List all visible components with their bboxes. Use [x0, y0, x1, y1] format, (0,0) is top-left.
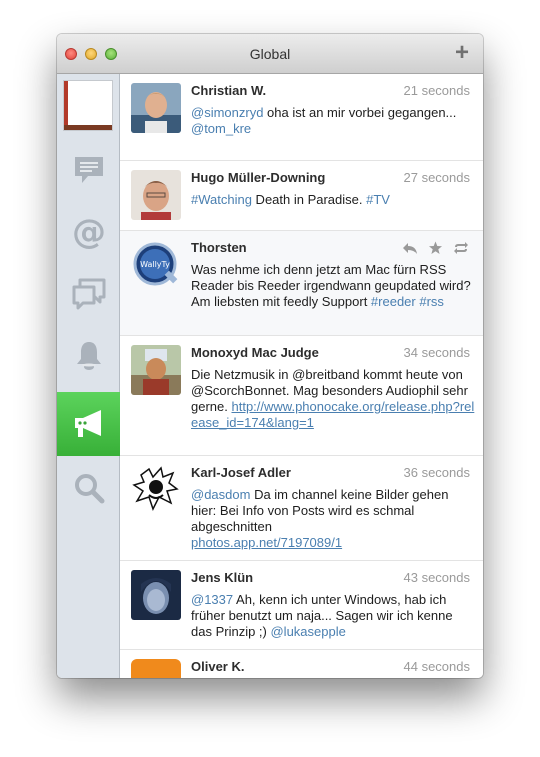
url-link[interactable]: http://www.phonocake.org/release.php?rel…	[191, 399, 474, 430]
hashtag-link[interactable]: #reeder	[371, 294, 416, 309]
mention-link[interactable]: @1337	[191, 592, 233, 607]
post-body: Was nehme ich denn jetzt am Mac fürn RSS…	[191, 262, 471, 293]
post-item[interactable]: Jens Klün 43 seconds @1337 Ah, kenn ich …	[120, 561, 483, 650]
post-body: Death in Paradise.	[251, 192, 367, 207]
post-time: 21 seconds	[403, 83, 471, 98]
post-item[interactable]: Oliver K. 44 seconds	[120, 650, 483, 678]
mention-link[interactable]: @simonzryd	[191, 105, 263, 120]
rss-avatar	[131, 659, 181, 678]
user-avatar[interactable]	[131, 659, 181, 678]
hashtag-link[interactable]: #rss	[419, 294, 444, 309]
post-time: 44 seconds	[403, 659, 471, 674]
post-body: oha ist an mir vorbei gegangen...	[263, 105, 457, 120]
post-text: Die Netzmusik in @breitband kommt heute …	[191, 367, 476, 431]
karl-josef-avatar	[131, 465, 181, 515]
account-avatar[interactable]	[63, 80, 113, 131]
speech-bubble-icon	[74, 157, 103, 183]
post-author[interactable]: Christian W.	[191, 83, 266, 98]
post-text: #Watching Death in Paradise. #TV	[191, 192, 476, 208]
user-avatar[interactable]	[131, 345, 181, 395]
post-time: 36 seconds	[403, 465, 471, 480]
user-avatar[interactable]: WallyTy	[131, 240, 181, 290]
hugo-avatar	[131, 170, 181, 220]
post-item[interactable]: Karl-Josef Adler 36 seconds @dasdom Da i…	[120, 456, 483, 561]
post-author[interactable]: Hugo Müller-Downing	[191, 170, 325, 185]
hashtag-link[interactable]: #TV	[366, 192, 390, 207]
title-bar: Global +	[57, 34, 483, 74]
post-body-line2: Am liebsten mit feedly Support	[191, 294, 371, 309]
quicktime-style-avatar: WallyTy	[131, 240, 181, 290]
new-post-button[interactable]: +	[455, 41, 469, 65]
user-avatar[interactable]	[131, 83, 181, 133]
monoxyd-avatar	[131, 345, 181, 395]
at-sign-icon: @	[72, 214, 106, 250]
post-time: 27 seconds	[403, 170, 471, 185]
svg-text:@: @	[72, 214, 106, 250]
post-time: 34 seconds	[403, 345, 471, 360]
post-item[interactable]: Monoxyd Mac Judge 34 seconds Die Netzmus…	[120, 336, 483, 456]
jens-avatar	[131, 570, 181, 620]
sidebar-item-messages[interactable]	[57, 263, 120, 325]
avatar-edge	[64, 81, 68, 130]
mention-link[interactable]: @tom_kre	[191, 121, 251, 136]
post-text: @dasdom Da im channel keine Bilder gehen…	[191, 487, 476, 551]
christian-avatar	[131, 83, 181, 133]
post-text: Was nehme ich denn jetzt am Mac fürn RSS…	[191, 262, 476, 310]
sidebar-item-search[interactable]	[57, 457, 120, 519]
url-link[interactable]: photos.app.net/7197089/1	[191, 535, 342, 550]
app-window: Global + @ Christian W. 21 seconds @simo…	[57, 34, 483, 678]
conversation-icon	[72, 278, 105, 310]
sidebar: @	[57, 74, 120, 678]
sidebar-item-mentions[interactable]: @	[57, 201, 120, 263]
megaphone-icon	[74, 410, 101, 437]
user-avatar[interactable]	[131, 465, 181, 515]
user-avatar[interactable]	[131, 170, 181, 220]
avatar-bottom	[64, 125, 112, 130]
post-feed: Christian W. 21 seconds @simonzryd oha i…	[120, 74, 483, 678]
post-item[interactable]: Hugo Müller-Downing 27 seconds #Watching…	[120, 161, 483, 231]
post-author[interactable]: Jens Klün	[191, 570, 253, 585]
post-author[interactable]: Thorsten	[191, 240, 247, 255]
post-item[interactable]: Christian W. 21 seconds @simonzryd oha i…	[120, 74, 483, 161]
post-text: @1337 Ah, kenn ich unter Windows, hab ic…	[191, 592, 476, 640]
sidebar-item-global[interactable]	[57, 392, 120, 456]
repost-icon[interactable]	[453, 241, 469, 255]
avatar-text: WallyTy	[140, 260, 170, 269]
mention-link[interactable]: @lukasepple	[270, 624, 345, 639]
hashtag-link[interactable]: #Watching	[191, 192, 252, 207]
post-author[interactable]: Monoxyd Mac Judge	[191, 345, 319, 360]
post-actions	[402, 241, 469, 255]
post-text: @simonzryd oha ist an mir vorbei gegange…	[191, 105, 476, 137]
sidebar-item-timeline[interactable]	[57, 139, 120, 201]
mention-link[interactable]: @dasdom	[191, 487, 250, 502]
sidebar-item-notifications[interactable]	[57, 325, 120, 387]
post-time: 43 seconds	[403, 570, 471, 585]
post-author[interactable]: Oliver K.	[191, 659, 244, 674]
window-title: Global	[249, 46, 291, 62]
star-icon[interactable]	[428, 241, 443, 255]
search-icon	[74, 474, 104, 504]
post-author[interactable]: Karl-Josef Adler	[191, 465, 291, 480]
user-avatar[interactable]	[131, 570, 181, 620]
bell-icon	[76, 342, 101, 370]
post-item[interactable]: WallyTy Thorsten Was nehme ich denn jetz…	[120, 231, 483, 336]
reply-icon[interactable]	[402, 241, 418, 255]
